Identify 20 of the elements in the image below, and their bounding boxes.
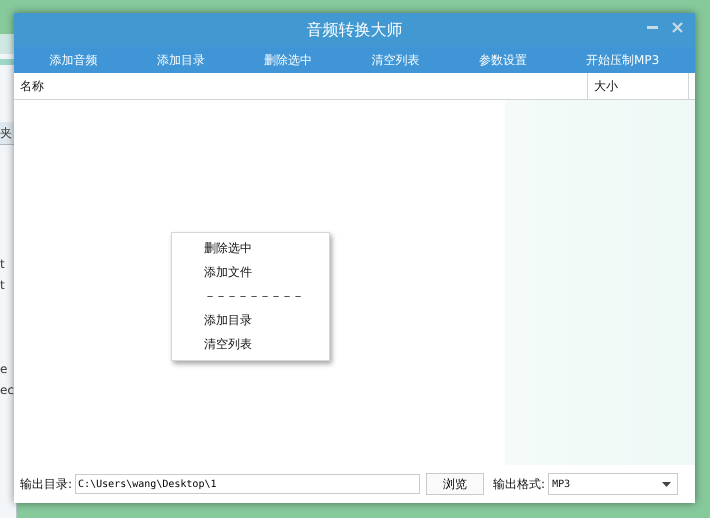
column-header[interactable]: 大小	[587, 73, 689, 99]
menu-item[interactable]: 添加文件	[172, 260, 329, 284]
browse-button[interactable]: 浏览	[426, 473, 484, 495]
column-header[interactable]: 名称	[14, 73, 587, 99]
menu-item[interactable]: 添加目录	[172, 308, 329, 332]
tab-label: 夹	[0, 122, 14, 145]
dash-separator: －－－－－－－－－	[203, 288, 304, 305]
field-label: 输出目录:	[20, 476, 72, 492]
close-icon[interactable]	[672, 22, 683, 33]
row-text: e	[0, 361, 8, 377]
format-dropdown[interactable]: MP3	[548, 473, 678, 495]
window-title: 音频转换大师	[306, 20, 402, 40]
row-text: ec	[0, 382, 14, 398]
menu-item[interactable]: 清空列表	[172, 332, 329, 356]
field-label: 输出格式:	[493, 476, 546, 492]
dropdown-arrow-icon	[662, 482, 672, 486]
output-path-field[interactable]: C:\Users\wang\Desktop\1	[75, 474, 420, 494]
menu-item[interactable]: 删除选中	[172, 236, 329, 260]
row-text: t	[0, 256, 5, 272]
row-text: t	[0, 277, 5, 293]
